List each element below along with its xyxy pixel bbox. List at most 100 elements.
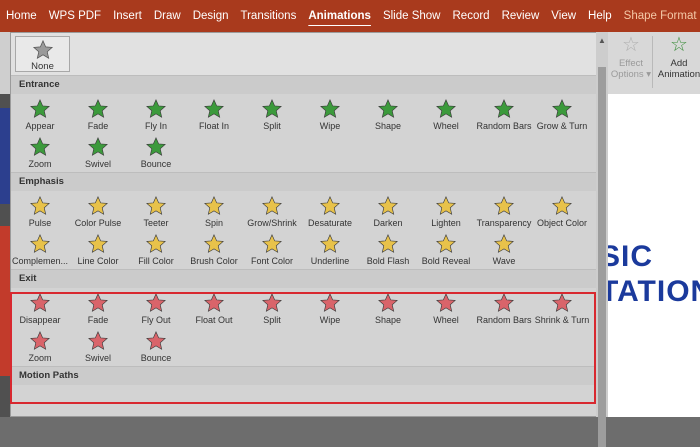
animation-effect-item[interactable]: Bounce bbox=[127, 328, 185, 366]
slide-thumbnail[interactable] bbox=[0, 108, 10, 204]
animation-effect-item[interactable]: Transparency bbox=[475, 193, 533, 231]
animation-effect-item[interactable]: Random Bars bbox=[475, 96, 533, 134]
star-effect-icon bbox=[494, 293, 514, 312]
animation-effect-item[interactable]: Shrink & Turn bbox=[533, 290, 591, 328]
animation-effect-item[interactable]: Wheel bbox=[417, 290, 475, 328]
none-star-icon bbox=[32, 39, 53, 60]
tab-wps-pdf[interactable]: WPS PDF bbox=[43, 0, 107, 32]
animation-effect-item[interactable]: Fill Color bbox=[127, 231, 185, 269]
section-header-exit: Exit bbox=[11, 269, 597, 288]
star-effect-icon bbox=[88, 331, 108, 350]
animation-effect-item[interactable]: Zoom bbox=[11, 134, 69, 172]
effect-label: Wheel bbox=[433, 121, 459, 131]
star-effect-icon bbox=[204, 234, 224, 253]
star-effect-icon bbox=[30, 196, 50, 215]
star-effect-icon bbox=[30, 137, 50, 156]
animation-effect-item[interactable]: Object Color bbox=[533, 193, 591, 231]
effect-label: Random Bars bbox=[476, 315, 532, 325]
effect-options-button[interactable]: ☆ Effect Options ▾ bbox=[608, 32, 654, 80]
animation-effect-item[interactable]: Float Out bbox=[185, 290, 243, 328]
star-effect-icon bbox=[378, 99, 398, 118]
animation-effect-item[interactable]: Split bbox=[243, 290, 301, 328]
none-animation-button[interactable]: None bbox=[15, 36, 70, 72]
animation-effect-item[interactable]: Complemen... bbox=[11, 231, 69, 269]
star-effect-icon bbox=[146, 293, 166, 312]
animation-effect-item[interactable]: Shape bbox=[359, 96, 417, 134]
animation-effect-item[interactable]: Darken bbox=[359, 193, 417, 231]
tab-shape-format[interactable]: Shape Format bbox=[618, 0, 700, 32]
animation-effect-item[interactable]: Spin bbox=[185, 193, 243, 231]
animation-effect-item[interactable]: Wipe bbox=[301, 290, 359, 328]
effect-label: Shrink & Turn bbox=[534, 315, 590, 325]
animation-effect-item[interactable]: Bounce bbox=[127, 134, 185, 172]
animation-effect-item[interactable]: Underline bbox=[301, 231, 359, 269]
animation-effect-item[interactable]: Wave bbox=[475, 231, 533, 269]
gallery-scrollbar[interactable]: ▲ bbox=[596, 32, 608, 447]
slide-thumbnail[interactable] bbox=[0, 226, 10, 376]
star-effect-icon bbox=[88, 293, 108, 312]
animation-effect-item[interactable]: Wipe bbox=[301, 96, 359, 134]
animation-effect-item[interactable]: Lighten bbox=[417, 193, 475, 231]
tab-slide-show[interactable]: Slide Show bbox=[377, 0, 447, 32]
effect-label: Disappear bbox=[19, 315, 61, 325]
star-effect-icon bbox=[378, 293, 398, 312]
animation-effect-item[interactable]: Fade bbox=[69, 290, 127, 328]
animation-effect-item[interactable]: Split bbox=[243, 96, 301, 134]
tab-animations[interactable]: Animations bbox=[302, 0, 377, 32]
tab-insert[interactable]: Insert bbox=[107, 0, 148, 32]
animation-effect-item[interactable]: Fly Out bbox=[127, 290, 185, 328]
animation-effect-item[interactable]: Grow/Shrink bbox=[243, 193, 301, 231]
star-effect-icon bbox=[204, 99, 224, 118]
animation-effect-item[interactable]: Swivel bbox=[69, 134, 127, 172]
effect-label: Spin bbox=[204, 218, 223, 228]
animation-effect-item[interactable]: Brush Color bbox=[185, 231, 243, 269]
animation-effect-item[interactable]: Grow & Turn bbox=[533, 96, 591, 134]
animation-effect-item[interactable]: Swivel bbox=[69, 328, 127, 366]
animation-effect-item[interactable]: Disappear bbox=[11, 290, 69, 328]
add-animation-label-2: Animation bbox=[657, 69, 700, 80]
tab-record[interactable]: Record bbox=[447, 0, 496, 32]
animation-effect-item[interactable]: Bold Flash bbox=[359, 231, 417, 269]
animation-effect-item[interactable]: Line Color bbox=[69, 231, 127, 269]
animation-effect-item[interactable]: Zoom bbox=[11, 328, 69, 366]
effect-label: Wave bbox=[492, 256, 516, 266]
animation-effect-item[interactable]: Color Pulse bbox=[69, 193, 127, 231]
effect-label: Fade bbox=[87, 315, 109, 325]
tab-transitions[interactable]: Transitions bbox=[235, 0, 303, 32]
star-effect-icon bbox=[146, 331, 166, 350]
add-animation-button[interactable]: ☆ Add Animation bbox=[656, 32, 700, 80]
tab-help[interactable]: Help bbox=[582, 0, 618, 32]
animation-effect-item[interactable]: Fly In bbox=[127, 96, 185, 134]
star-effect-icon bbox=[494, 234, 514, 253]
star-effect-icon bbox=[320, 99, 340, 118]
scroll-thumb[interactable] bbox=[598, 67, 606, 447]
tab-home[interactable]: Home bbox=[0, 0, 43, 32]
effect-label: Underline bbox=[310, 256, 350, 266]
star-effect-icon bbox=[436, 293, 456, 312]
animation-effect-item[interactable]: Shape bbox=[359, 290, 417, 328]
tab-draw[interactable]: Draw bbox=[148, 0, 187, 32]
effect-label: Brush Color bbox=[190, 256, 238, 266]
animation-effect-item[interactable]: Float In bbox=[185, 96, 243, 134]
animation-effect-item[interactable]: Pulse bbox=[11, 193, 69, 231]
star-effect-icon bbox=[262, 196, 282, 215]
scroll-up-icon[interactable]: ▲ bbox=[598, 36, 606, 45]
effect-label: Float In bbox=[198, 121, 229, 131]
star-effect-icon bbox=[146, 137, 166, 156]
animation-effect-item[interactable]: Appear bbox=[11, 96, 69, 134]
star-effect-icon bbox=[88, 196, 108, 215]
tab-review[interactable]: Review bbox=[496, 0, 546, 32]
animation-effect-item[interactable]: Wheel bbox=[417, 96, 475, 134]
animation-effect-item[interactable]: Fade bbox=[69, 96, 127, 134]
animation-effect-item[interactable]: Bold Reveal bbox=[417, 231, 475, 269]
star-effect-icon bbox=[262, 99, 282, 118]
animation-effect-item[interactable]: Teeter bbox=[127, 193, 185, 231]
animation-effect-item[interactable]: Desaturate bbox=[301, 193, 359, 231]
effect-label: Bounce bbox=[140, 353, 172, 363]
animation-effect-item[interactable]: Font Color bbox=[243, 231, 301, 269]
tab-view[interactable]: View bbox=[545, 0, 582, 32]
tab-design[interactable]: Design bbox=[187, 0, 235, 32]
effect-label: Bounce bbox=[140, 159, 172, 169]
animation-effect-item[interactable]: Random Bars bbox=[475, 290, 533, 328]
star-effect-icon bbox=[262, 293, 282, 312]
